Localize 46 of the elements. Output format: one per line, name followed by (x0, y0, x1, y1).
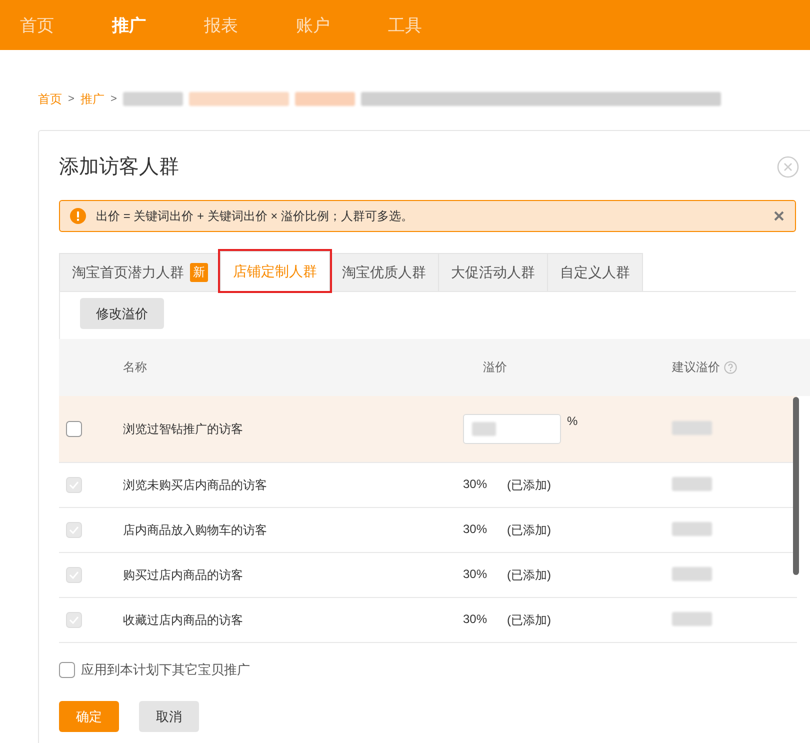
unit-label: % (567, 414, 578, 428)
new-badge: 新 (190, 263, 208, 282)
dialog-title: 添加访客人群 (59, 155, 179, 180)
tab[interactable]: 自定义人群 (547, 253, 643, 291)
premium-value: 30% (463, 522, 488, 538)
close-icon[interactable] (777, 156, 799, 178)
blurred-text (672, 420, 712, 434)
tab[interactable]: 淘宝首页潜力人群 新 (59, 253, 221, 291)
column-header: 名称 (123, 359, 148, 376)
audience-name: 浏览未购买店内商品的访客 (123, 476, 268, 494)
checkbox[interactable] (66, 421, 82, 437)
blurred-text (672, 522, 712, 536)
tab[interactable]: 大促活动人群 (438, 253, 548, 291)
breadcrumb-separator: > (68, 93, 74, 105)
scrollbar[interactable] (793, 397, 799, 575)
table-row[interactable]: 浏览过智钻推广的访客 % (59, 396, 797, 463)
breadcrumb-separator: > (110, 93, 117, 105)
blurred-text (672, 612, 712, 626)
blurred-text (672, 476, 712, 490)
checkbox[interactable] (59, 662, 75, 678)
checkbox-label: 应用到本计划下其它宝贝推广 (81, 661, 250, 679)
audience-name: 店内商品放入购物车的访客 (123, 522, 268, 538)
premium-input-field[interactable] (463, 414, 561, 444)
audience-name: 收藏过店内商品的访客 (123, 612, 244, 628)
audience-name: 浏览过智钻推广的访客 (123, 420, 244, 438)
premium-value: 30% (463, 612, 488, 628)
blurred-text (294, 92, 355, 106)
edit-premium-button[interactable]: 修改溢价 (80, 298, 164, 329)
column-header: 建议溢价 (672, 359, 720, 376)
alert-text: 出价 = 关键词出价 + 关键词出价 × 溢价比例；人群可多选。 (96, 208, 414, 224)
status-text: (已添加) (507, 612, 552, 628)
cancel-button[interactable]: 取消 (139, 701, 199, 732)
tab[interactable]: 淘宝优质人群 (329, 253, 439, 291)
status-text: (已添加) (507, 476, 552, 494)
warning-icon (70, 208, 86, 224)
premium-value: 30% (463, 476, 488, 492)
column-header: 溢价 (482, 359, 508, 376)
blurred-text (672, 566, 712, 580)
help-icon[interactable] (724, 361, 737, 374)
blurred-text (472, 422, 496, 436)
status-text: (已添加) (507, 522, 552, 538)
audience-name: 购买过店内商品的访客 (123, 566, 244, 584)
premium-value: 30% (463, 566, 488, 582)
blurred-text (122, 92, 183, 106)
close-icon[interactable] (773, 210, 785, 222)
status-text: (已添加) (507, 566, 552, 584)
